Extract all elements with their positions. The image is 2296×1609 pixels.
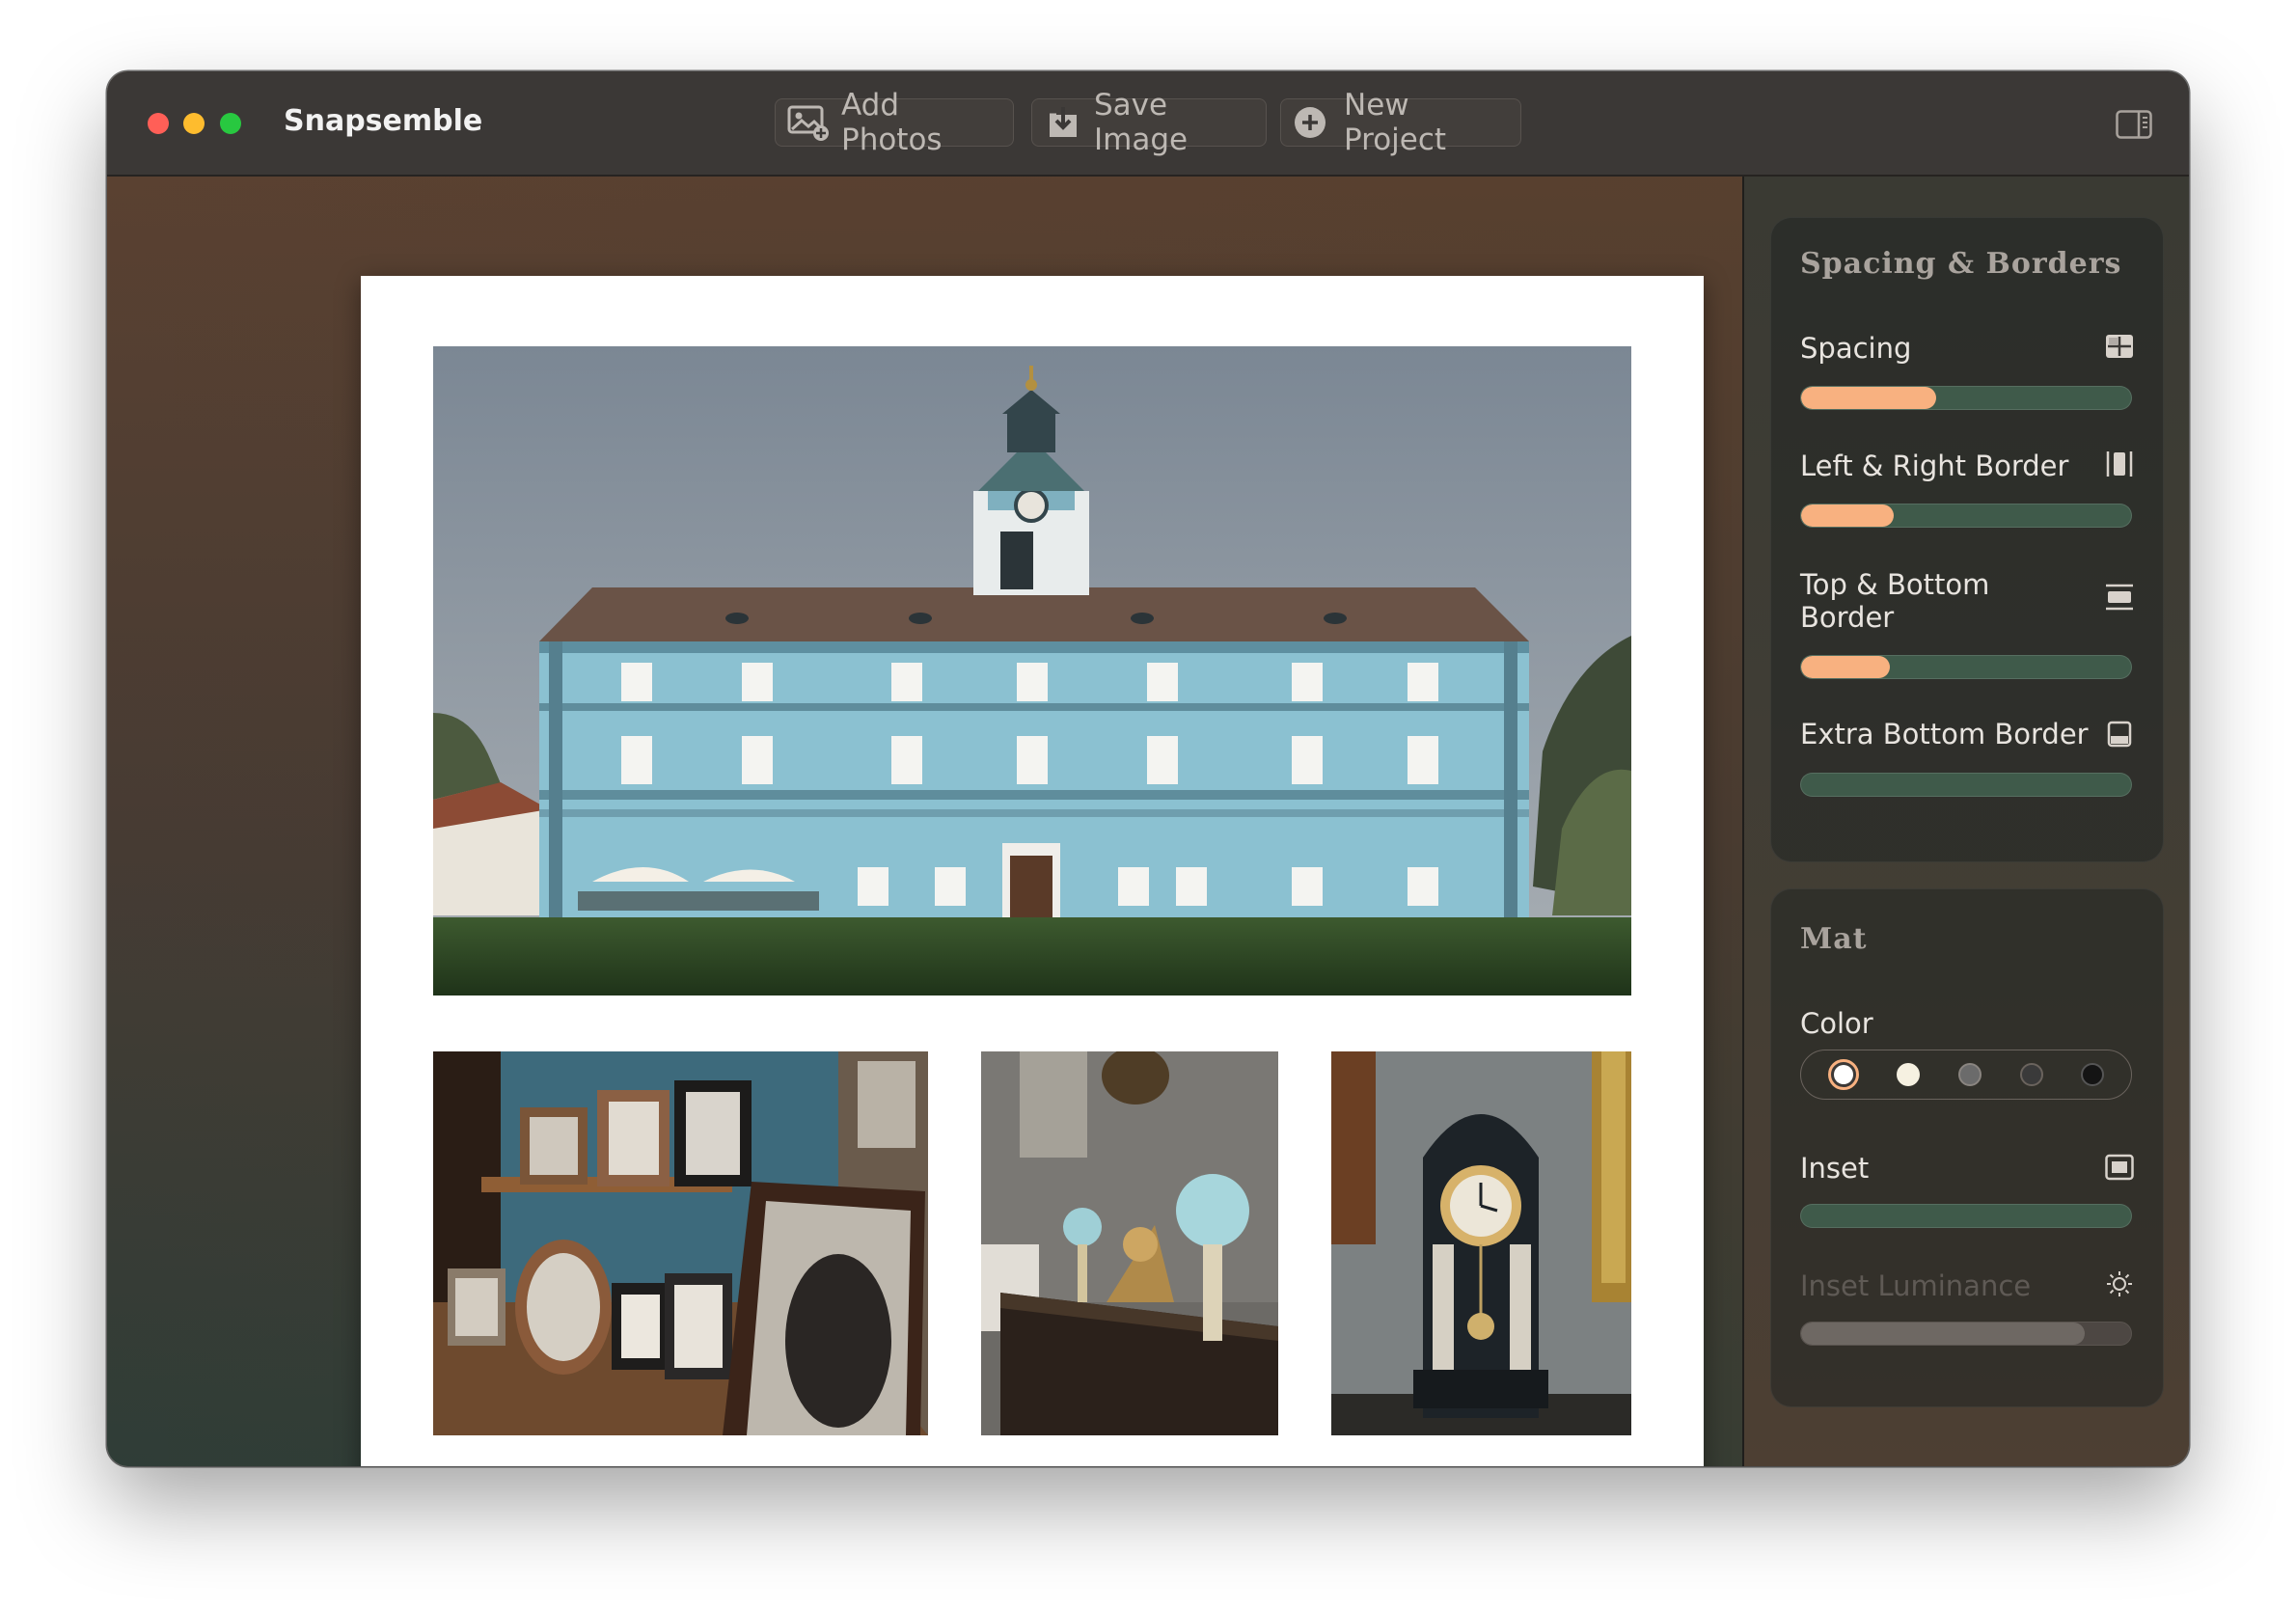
horizontal-borders-icon <box>2105 583 2134 612</box>
spacing-borders-panel: Spacing & Borders Spacing Left & Right B… <box>1770 217 2164 862</box>
plus-circle-icon <box>1293 103 1332 142</box>
sidebar-toggle-icon[interactable] <box>2116 110 2152 139</box>
title-bar: Snapsemble Add Photos Save Image New Pro… <box>107 71 2189 177</box>
left-right-border-label: Left & Right Border <box>1800 450 2069 482</box>
mat-color-swatch-black[interactable] <box>2081 1063 2105 1086</box>
spacing-borders-title: Spacing & Borders <box>1800 247 2122 281</box>
save-image-label: Save Image <box>1094 88 1189 157</box>
sun-brightness-icon <box>2105 1269 2134 1298</box>
mat-panel: Mat Color Inset Inset Luminance <box>1770 888 2164 1407</box>
save-image-button[interactable]: Save Image <box>1031 88 1267 157</box>
spacing-slider[interactable] <box>1800 386 2132 410</box>
extra-bottom-border-slider[interactable] <box>1800 773 2132 797</box>
inset-icon <box>2105 1154 2134 1183</box>
inset-slider[interactable] <box>1800 1204 2132 1228</box>
bottom-border-icon <box>2105 720 2134 749</box>
zoom-window-button[interactable] <box>220 113 241 134</box>
extra-bottom-border-label: Extra Bottom Border <box>1800 718 2089 750</box>
left-right-border-slider[interactable] <box>1800 504 2132 528</box>
new-project-label: New Project <box>1344 88 1447 157</box>
collage-canvas[interactable] <box>361 276 1704 1466</box>
left-right-border-slider-fill <box>1801 505 1894 527</box>
photo-vases-shelf[interactable] <box>981 1051 1278 1435</box>
selected-swatch-dot <box>1833 1065 1853 1084</box>
add-photos-button[interactable]: Add Photos <box>775 88 1014 157</box>
inset-luminance-slider-fill <box>1801 1323 2086 1345</box>
add-photo-icon <box>787 103 830 142</box>
mat-title: Mat <box>1800 922 1868 956</box>
top-bottom-border-label: Top & Bottom Border <box>1800 568 1990 634</box>
color-label: Color <box>1800 1007 1873 1040</box>
save-download-icon <box>1044 103 1082 142</box>
vertical-borders-icon <box>2105 450 2134 478</box>
app-window: Snapsemble Add Photos Save Image New Pro… <box>107 71 2189 1466</box>
photo-pendulum-clock[interactable] <box>1331 1051 1631 1435</box>
photo-manor-house[interactable] <box>433 346 1631 995</box>
mat-color-swatch-dark-gray[interactable] <box>2019 1063 2043 1086</box>
mat-color-swatch-gray[interactable] <box>1957 1063 1982 1086</box>
mat-color-swatch-white[interactable] <box>1827 1059 1859 1090</box>
photo-picture-frames[interactable] <box>433 1051 928 1435</box>
top-bottom-border-slider[interactable] <box>1800 655 2132 679</box>
mat-color-picker[interactable] <box>1800 1050 2132 1100</box>
grid-icon <box>2105 334 2134 363</box>
minimize-window-button[interactable] <box>183 113 205 134</box>
spacing-label: Spacing <box>1800 332 1912 365</box>
app-title: Snapsemble <box>284 104 483 138</box>
inset-luminance-label: Inset Luminance <box>1800 1269 2032 1302</box>
close-window-button[interactable] <box>148 113 169 134</box>
mat-color-swatch-cream[interactable] <box>1897 1063 1921 1086</box>
top-bottom-border-slider-fill <box>1801 656 1891 678</box>
new-project-button[interactable]: New Project <box>1280 88 1521 157</box>
spacing-slider-fill <box>1801 387 1937 409</box>
add-photos-label: Add Photos <box>841 88 943 157</box>
inset-label: Inset <box>1800 1152 1870 1185</box>
inset-luminance-slider[interactable] <box>1800 1322 2132 1346</box>
